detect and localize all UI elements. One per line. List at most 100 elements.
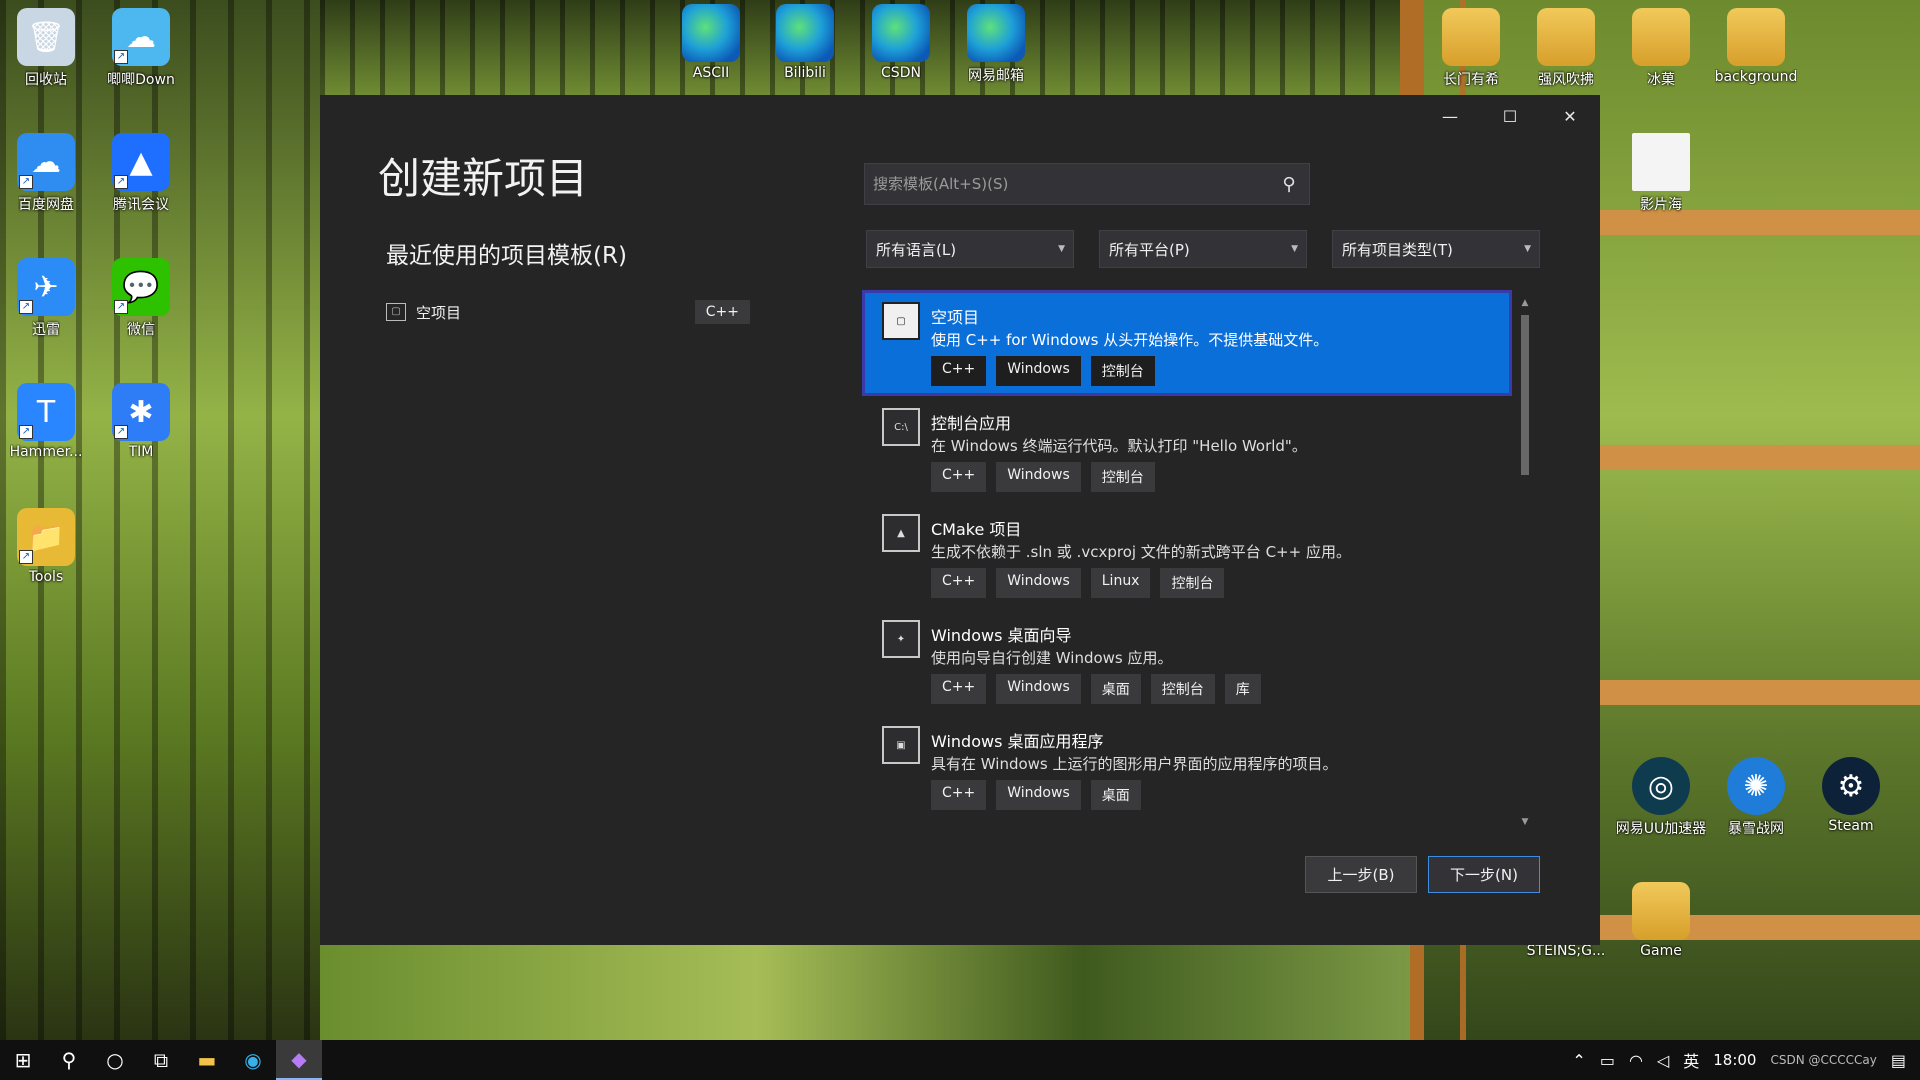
desktop-icon-right-1[interactable]: 强风吹拂 xyxy=(1520,8,1612,89)
desktop-icon-right-0[interactable]: 长门有希 xyxy=(1425,8,1517,89)
desktop-icon-right-5[interactable]: ◎ 网易UU加速器 xyxy=(1615,757,1707,838)
desktop-icon-hammer[interactable]: T ↗ Hammer... xyxy=(0,383,92,460)
desktop-icon-jijidown[interactable]: ☁ ↗ 唧唧Down xyxy=(95,8,187,89)
steam-icon: ⚙ xyxy=(1822,757,1880,815)
desktop-shortcut-3[interactable]: 网易邮箱 xyxy=(950,4,1042,85)
shortcut-arrow-icon: ↗ xyxy=(19,550,33,564)
edge-icon xyxy=(872,4,930,62)
battery-icon[interactable]: ▭ xyxy=(1600,1051,1615,1070)
desktop-shortcut-0[interactable]: ASCII xyxy=(665,4,757,81)
edge-icon xyxy=(776,4,834,62)
desktop-shortcut-2[interactable]: CSDN xyxy=(855,4,947,81)
template-name: CMake 项目 xyxy=(931,520,1022,539)
windows-start-icon[interactable]: ⊞ xyxy=(0,1040,46,1080)
next-button[interactable]: 下一步(N) xyxy=(1428,856,1540,893)
desktop-icon-label: Steam xyxy=(1828,818,1874,834)
maximize-button[interactable]: ☐ xyxy=(1480,95,1540,137)
template-list-scrollbar[interactable]: ▲ ▼ xyxy=(1518,295,1532,830)
create-project-dialog: — ☐ ✕ 创建新项目 最近使用的项目模板(R) ▢ 空项目 C++ ⚲ 所有语… xyxy=(320,95,1600,945)
desktop-icon-label: 腾讯会议 xyxy=(113,197,169,213)
template-tag: C++ xyxy=(931,780,987,810)
template-item[interactable]: ▣ Windows 桌面应用程序 具有在 Windows 上运行的图形用户界面的应用… xyxy=(862,714,1512,820)
wechat-icon: 💬 ↗ xyxy=(112,258,170,316)
desktop-shortcut-1[interactable]: Bilibili xyxy=(759,4,851,81)
template-name: Windows 桌面向导 xyxy=(931,626,1072,645)
template-description: 具有在 Windows 上运行的图形用户界面的应用程序的项目。 xyxy=(931,755,1338,773)
template-tag: 控制台 xyxy=(1160,568,1225,598)
platform-filter-dropdown[interactable]: 所有平台(P) ▼ xyxy=(1099,230,1307,268)
template-list[interactable]: ▢ 空项目 使用 C++ for Windows 从头开始操作。不提供基础文件。 C+… xyxy=(862,290,1512,827)
baidu-netdisk-icon: ☁ ↗ xyxy=(17,133,75,191)
template-tag: 库 xyxy=(1224,674,1261,704)
desktop-icon-label: CSDN xyxy=(881,65,921,81)
desktop-icon-recycle-bin[interactable]: 🗑 回收站 xyxy=(0,8,92,89)
desktop-icon-right-2[interactable]: 冰菓 xyxy=(1615,8,1707,89)
scroll-up-arrow-icon[interactable]: ▲ xyxy=(1518,295,1532,311)
page-title: 创建新项目 xyxy=(378,154,589,203)
notification-icon[interactable]: ▤ xyxy=(1891,1051,1906,1070)
scrollbar-thumb[interactable] xyxy=(1521,315,1529,475)
template-item[interactable]: ▢ 空项目 使用 C++ for Windows 从头开始操作。不提供基础文件。 C+… xyxy=(862,290,1512,396)
desktop-icon-label: Tools xyxy=(28,569,64,585)
project-type-filter-dropdown[interactable]: 所有项目类型(T) ▼ xyxy=(1332,230,1540,268)
template-tag: C++ xyxy=(931,674,987,704)
recent-template-item[interactable]: ▢ 空项目 C++ xyxy=(386,297,750,327)
desktop-icon-label: background xyxy=(1714,69,1798,85)
desktop-icon-right-6[interactable]: ✺ 暴雪战网 xyxy=(1710,757,1802,838)
desktop-icon-xunlei[interactable]: ✈ ↗ 迅雷 xyxy=(0,258,92,339)
desktop-icon-tools-folder[interactable]: 📁 ↗ Tools xyxy=(0,508,92,585)
template-description: 使用向导自行创建 Windows 应用。 xyxy=(931,649,1173,667)
back-button[interactable]: 上一步(B) xyxy=(1305,856,1417,893)
desktop-icon-label: 微信 xyxy=(127,322,155,338)
search-icon[interactable]: ⚲ xyxy=(46,1040,92,1080)
template-description: 使用 C++ for Windows 从头开始操作。不提供基础文件。 xyxy=(931,331,1329,349)
visual-studio-icon[interactable]: ◆ xyxy=(276,1040,322,1080)
scroll-down-arrow-icon[interactable]: ▼ xyxy=(1518,814,1532,830)
template-name: 空项目 xyxy=(931,308,980,327)
desktop-icon-wechat[interactable]: 💬 ↗ 微信 xyxy=(95,258,187,339)
cortana-icon[interactable]: ○ xyxy=(92,1040,138,1080)
ime-indicator[interactable]: 英 xyxy=(1683,1048,1699,1072)
template-search-box[interactable]: ⚲ xyxy=(864,163,1310,205)
folder-icon xyxy=(1632,8,1690,66)
minimize-button[interactable]: — xyxy=(1420,95,1480,137)
file-explorer-icon[interactable]: ▬ xyxy=(184,1040,230,1080)
desktop-icon-tim[interactable]: ✱ ↗ TIM xyxy=(95,383,187,460)
desktop-icon-tencent-meeting[interactable]: ▲ ↗ 腾讯会议 xyxy=(95,133,187,214)
template-item[interactable]: ▲ CMake 项目 生成不依赖于 .sln 或 .vcxproj 文件的新式跨平台… xyxy=(862,502,1512,608)
volume-icon[interactable]: ◁ xyxy=(1657,1051,1669,1070)
chevron-down-icon: ▼ xyxy=(1058,244,1065,254)
search-input[interactable] xyxy=(865,164,1269,204)
desktop-icon-label: 冰菓 xyxy=(1647,72,1675,88)
chevron-up-icon[interactable]: ⌃ xyxy=(1572,1051,1585,1070)
recent-template-tag: C++ xyxy=(694,300,750,324)
task-view-icon[interactable]: ⧉ xyxy=(138,1040,184,1080)
clock[interactable]: 18:00 xyxy=(1713,1051,1756,1069)
desktop-icon-right-4[interactable]: 影片海 xyxy=(1615,133,1707,214)
desktop-icon-label: Game xyxy=(1640,943,1682,959)
desktop-icon-label: Hammer... xyxy=(9,444,83,460)
edge-browser-icon[interactable]: ◉ xyxy=(230,1040,276,1080)
taskbar: ⊞ ⚲ ○ ⧉ ▬ ◉ ◆ ⌃ ▭ ◠ ◁ 英 18:00 CSDN @CCCC… xyxy=(0,1040,1920,1080)
template-item[interactable]: ✦ Windows 桌面向导 使用向导自行创建 Windows 应用。 C++ Wind… xyxy=(862,608,1512,714)
template-tags: C++ Windows 控制台 xyxy=(931,356,1155,386)
desktop-icon-label: Bilibili xyxy=(784,65,826,81)
wifi-icon[interactable]: ◠ xyxy=(1629,1051,1643,1070)
template-tags: C++ Windows Linux 控制台 xyxy=(931,568,1225,598)
desktop-icon-right-7[interactable]: ⚙ Steam xyxy=(1805,757,1897,834)
template-item[interactable]: C:\ 控制台应用在 Windows 终端运行代码。默认打印 "Hello Wor… xyxy=(862,396,1512,502)
language-filter-dropdown[interactable]: 所有语言(L) ▼ xyxy=(866,230,1074,268)
desktop-icon-right-9[interactable]: Game xyxy=(1615,882,1707,959)
chevron-down-icon: ▼ xyxy=(1524,244,1531,254)
tim-icon: ✱ ↗ xyxy=(112,383,170,441)
language-filter-label: 所有语言(L) xyxy=(876,240,957,259)
desktop-icon-right-3[interactable]: background xyxy=(1710,8,1802,85)
desktop-icon-label: STEINS;G... xyxy=(1526,943,1606,959)
template-tag: C++ xyxy=(931,462,987,492)
desktop-icon-label: 长门有希 xyxy=(1443,72,1499,88)
desktop-icon-baidu-netdisk[interactable]: ☁ ↗ 百度网盘 xyxy=(0,133,92,214)
close-button[interactable]: ✕ xyxy=(1540,95,1600,137)
template-tag: 控制台 xyxy=(1090,462,1155,492)
edge-icon xyxy=(682,4,740,62)
search-icon[interactable]: ⚲ xyxy=(1269,174,1309,195)
